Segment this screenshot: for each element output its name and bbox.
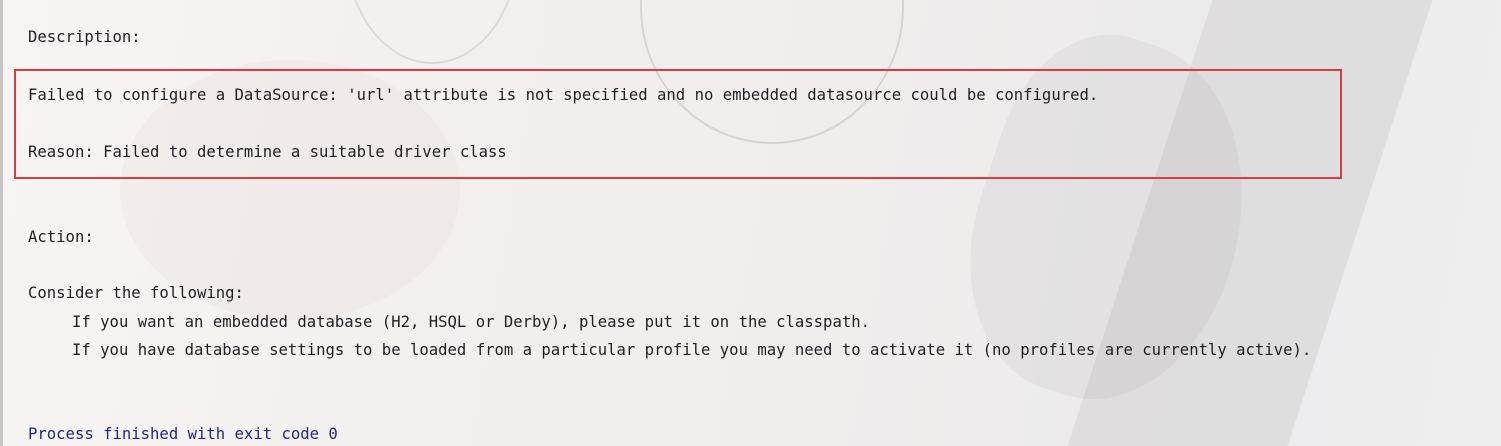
description-label: Description: (28, 28, 141, 46)
suggestion-line: If you want an embedded database (H2, HS… (72, 313, 870, 331)
suggestion-line: If you have database settings to be load… (72, 341, 1312, 359)
background-decoration (345, 0, 519, 64)
background-decoration (1067, 0, 1433, 446)
background-decoration (930, 8, 1290, 432)
background-decoration (640, 0, 904, 144)
error-message: Failed to configure a DataSource: 'url' … (28, 86, 1099, 104)
action-label: Action: (28, 228, 94, 246)
error-reason: Reason: Failed to determine a suitable d… (28, 143, 507, 161)
console-gutter (0, 0, 3, 446)
process-exit-message: Process finished with exit code 0 (28, 425, 338, 443)
console-output[interactable]: Description: Failed to configure a DataS… (0, 0, 1501, 446)
consider-label: Consider the following: (28, 284, 244, 302)
